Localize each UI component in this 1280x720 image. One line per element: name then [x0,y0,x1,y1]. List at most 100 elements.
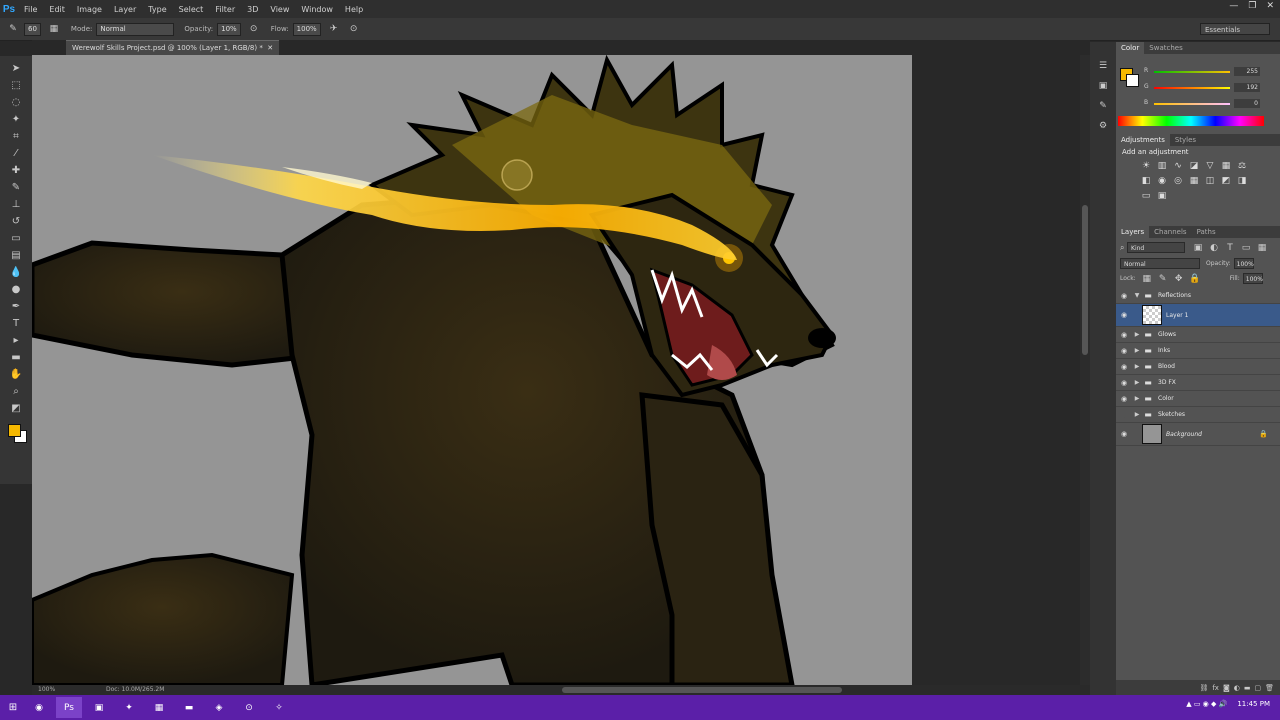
expand-arrow-icon[interactable]: ▶ [1132,379,1142,386]
shape-tool-icon[interactable]: ▬ [7,349,25,365]
curves-icon[interactable]: ∿ [1172,160,1184,172]
new-layer-icon[interactable]: ▢ [1254,684,1261,692]
lock-all-icon[interactable]: 🔒 [1188,272,1202,286]
smart-object-filter-icon[interactable]: ▦ [1255,241,1269,255]
document-canvas[interactable] [32,55,912,685]
menu-layer[interactable]: Layer [108,5,142,14]
expand-arrow-icon[interactable]: ▼ [1132,292,1142,299]
eyedropper-tool-icon[interactable]: ⁄ [7,145,25,161]
layer-row-color[interactable]: ◉ ▶ ▬ Color [1116,391,1280,407]
menu-window[interactable]: Window [295,5,339,14]
tool-presets-icon[interactable]: ⚙ [1096,119,1110,133]
clone-stamp-tool-icon[interactable]: ⊥ [7,196,25,212]
horizontal-scroll-thumb[interactable] [562,687,842,693]
eraser-tool-icon[interactable]: ▭ [7,230,25,246]
menu-select[interactable]: Select [173,5,210,14]
expand-arrow-icon[interactable]: ▶ [1132,347,1142,354]
pixel-filter-icon[interactable]: ▣ [1191,241,1205,255]
visibility-eye-icon[interactable]: ◌ [1116,411,1132,419]
gradient-map-icon[interactable]: ▭ [1140,190,1152,202]
visibility-eye-icon[interactable]: ◉ [1116,311,1132,319]
shape-filter-icon[interactable]: ▭ [1239,241,1253,255]
folder-taskbar-icon[interactable]: ▬ [176,697,202,718]
app-taskbar-icon[interactable]: ◈ [206,697,232,718]
tab-swatches[interactable]: Swatches [1144,42,1187,54]
canvas-area[interactable] [32,55,1080,685]
color-panel-background-swatch[interactable] [1126,74,1139,87]
app-taskbar-icon[interactable]: ✧ [266,697,292,718]
layer-row-layer-1[interactable]: ◉ Layer 1 [1116,304,1280,327]
delete-layer-icon[interactable]: 🗑 [1265,684,1274,692]
invert-icon[interactable]: ◫ [1204,175,1216,187]
properties-panel-icon[interactable]: ▣ [1096,79,1110,93]
photoshop-taskbar-icon[interactable]: Ps [56,697,82,718]
expand-arrow-icon[interactable]: ▶ [1132,363,1142,370]
menu-help[interactable]: Help [339,5,369,14]
lock-image-icon[interactable]: ✎ [1156,272,1170,286]
path-select-tool-icon[interactable]: ▸ [7,332,25,348]
menu-file[interactable]: File [18,5,43,14]
channel-mixer-icon[interactable]: ◎ [1172,175,1184,187]
restore-button[interactable]: ❐ [1248,1,1256,11]
lasso-tool-icon[interactable]: ◌ [7,94,25,110]
workspace-select[interactable]: Essentials [1200,23,1270,35]
healing-brush-tool-icon[interactable]: ✚ [7,162,25,178]
r-slider[interactable] [1154,71,1230,73]
history-brush-tool-icon[interactable]: ↺ [7,213,25,229]
pressure-size-icon[interactable]: ⊙ [347,22,361,36]
menu-edit[interactable]: Edit [43,5,71,14]
visibility-eye-icon[interactable]: ◉ [1116,347,1132,355]
blend-mode-select[interactable]: Normal [1120,258,1200,269]
brush-size-picker[interactable]: 60 [24,22,41,36]
r-value[interactable]: 255 [1234,67,1260,76]
app-taskbar-icon[interactable]: ⊙ [236,697,262,718]
app-taskbar-icon[interactable]: ▦ [146,697,172,718]
marquee-tool-icon[interactable]: ⬚ [7,77,25,93]
layer-row-inks[interactable]: ◉ ▶ ▬ Inks [1116,343,1280,359]
kind-filter-select[interactable]: Kind [1127,242,1186,253]
hand-tool-icon[interactable]: ✋ [7,366,25,382]
brush-presets-icon[interactable]: ✎ [1096,99,1110,113]
airbrush-icon[interactable]: ✈ [327,22,341,36]
lock-transparent-icon[interactable]: ▦ [1140,272,1154,286]
lock-position-icon[interactable]: ✥ [1172,272,1186,286]
brightness-contrast-icon[interactable]: ☀ [1140,160,1152,172]
menu-type[interactable]: Type [142,5,172,14]
menu-filter[interactable]: Filter [209,5,241,14]
pressure-opacity-icon[interactable]: ⊙ [247,22,261,36]
expand-arrow-icon[interactable]: ▶ [1132,395,1142,402]
hue-saturation-icon[interactable]: ▦ [1220,160,1232,172]
adjustment-filter-icon[interactable]: ◐ [1207,241,1221,255]
menu-3d[interactable]: 3D [241,5,264,14]
browser-taskbar-icon[interactable]: ◉ [26,697,52,718]
add-mask-icon[interactable]: ◙ [1223,684,1230,692]
dodge-tool-icon[interactable]: ● [7,281,25,297]
expand-arrow-icon[interactable]: ▶ [1132,411,1142,418]
b-value[interactable]: 0 [1234,99,1260,108]
b-slider[interactable] [1154,103,1230,105]
vertical-scrollbar[interactable] [1080,55,1090,685]
black-white-icon[interactable]: ◧ [1140,175,1152,187]
clock[interactable]: 11:45 PM [1237,700,1270,708]
color-spectrum[interactable] [1118,116,1264,126]
blur-tool-icon[interactable]: 💧 [7,264,25,280]
history-panel-icon[interactable]: ☰ [1096,59,1110,73]
quick-select-tool-icon[interactable]: ✦ [7,111,25,127]
visibility-eye-icon[interactable]: ◉ [1116,379,1132,387]
foreground-color-swatch[interactable] [8,424,21,437]
layer-style-icon[interactable]: fx [1212,684,1219,692]
vertical-scroll-thumb[interactable] [1082,205,1088,355]
layer-row-reflections[interactable]: ◉ ▼ ▬ Reflections [1116,288,1280,304]
mode-select[interactable]: Normal [96,22,175,36]
tray-icons[interactable]: ▲ ▭ ◉ ◆ 🔊 [1186,700,1227,708]
brush-tool-preset-icon[interactable]: ✎ [6,22,20,36]
menu-image[interactable]: Image [71,5,108,14]
threshold-icon[interactable]: ◨ [1236,175,1248,187]
opacity-input[interactable]: 10% [217,22,241,36]
type-filter-icon[interactable]: T [1223,241,1237,255]
visibility-eye-icon[interactable]: ◉ [1116,331,1132,339]
tab-channels[interactable]: Channels [1149,226,1191,238]
visibility-eye-icon[interactable]: ◉ [1116,430,1132,438]
close-tab-icon[interactable]: ✕ [265,44,273,52]
levels-icon[interactable]: ▥ [1156,160,1168,172]
